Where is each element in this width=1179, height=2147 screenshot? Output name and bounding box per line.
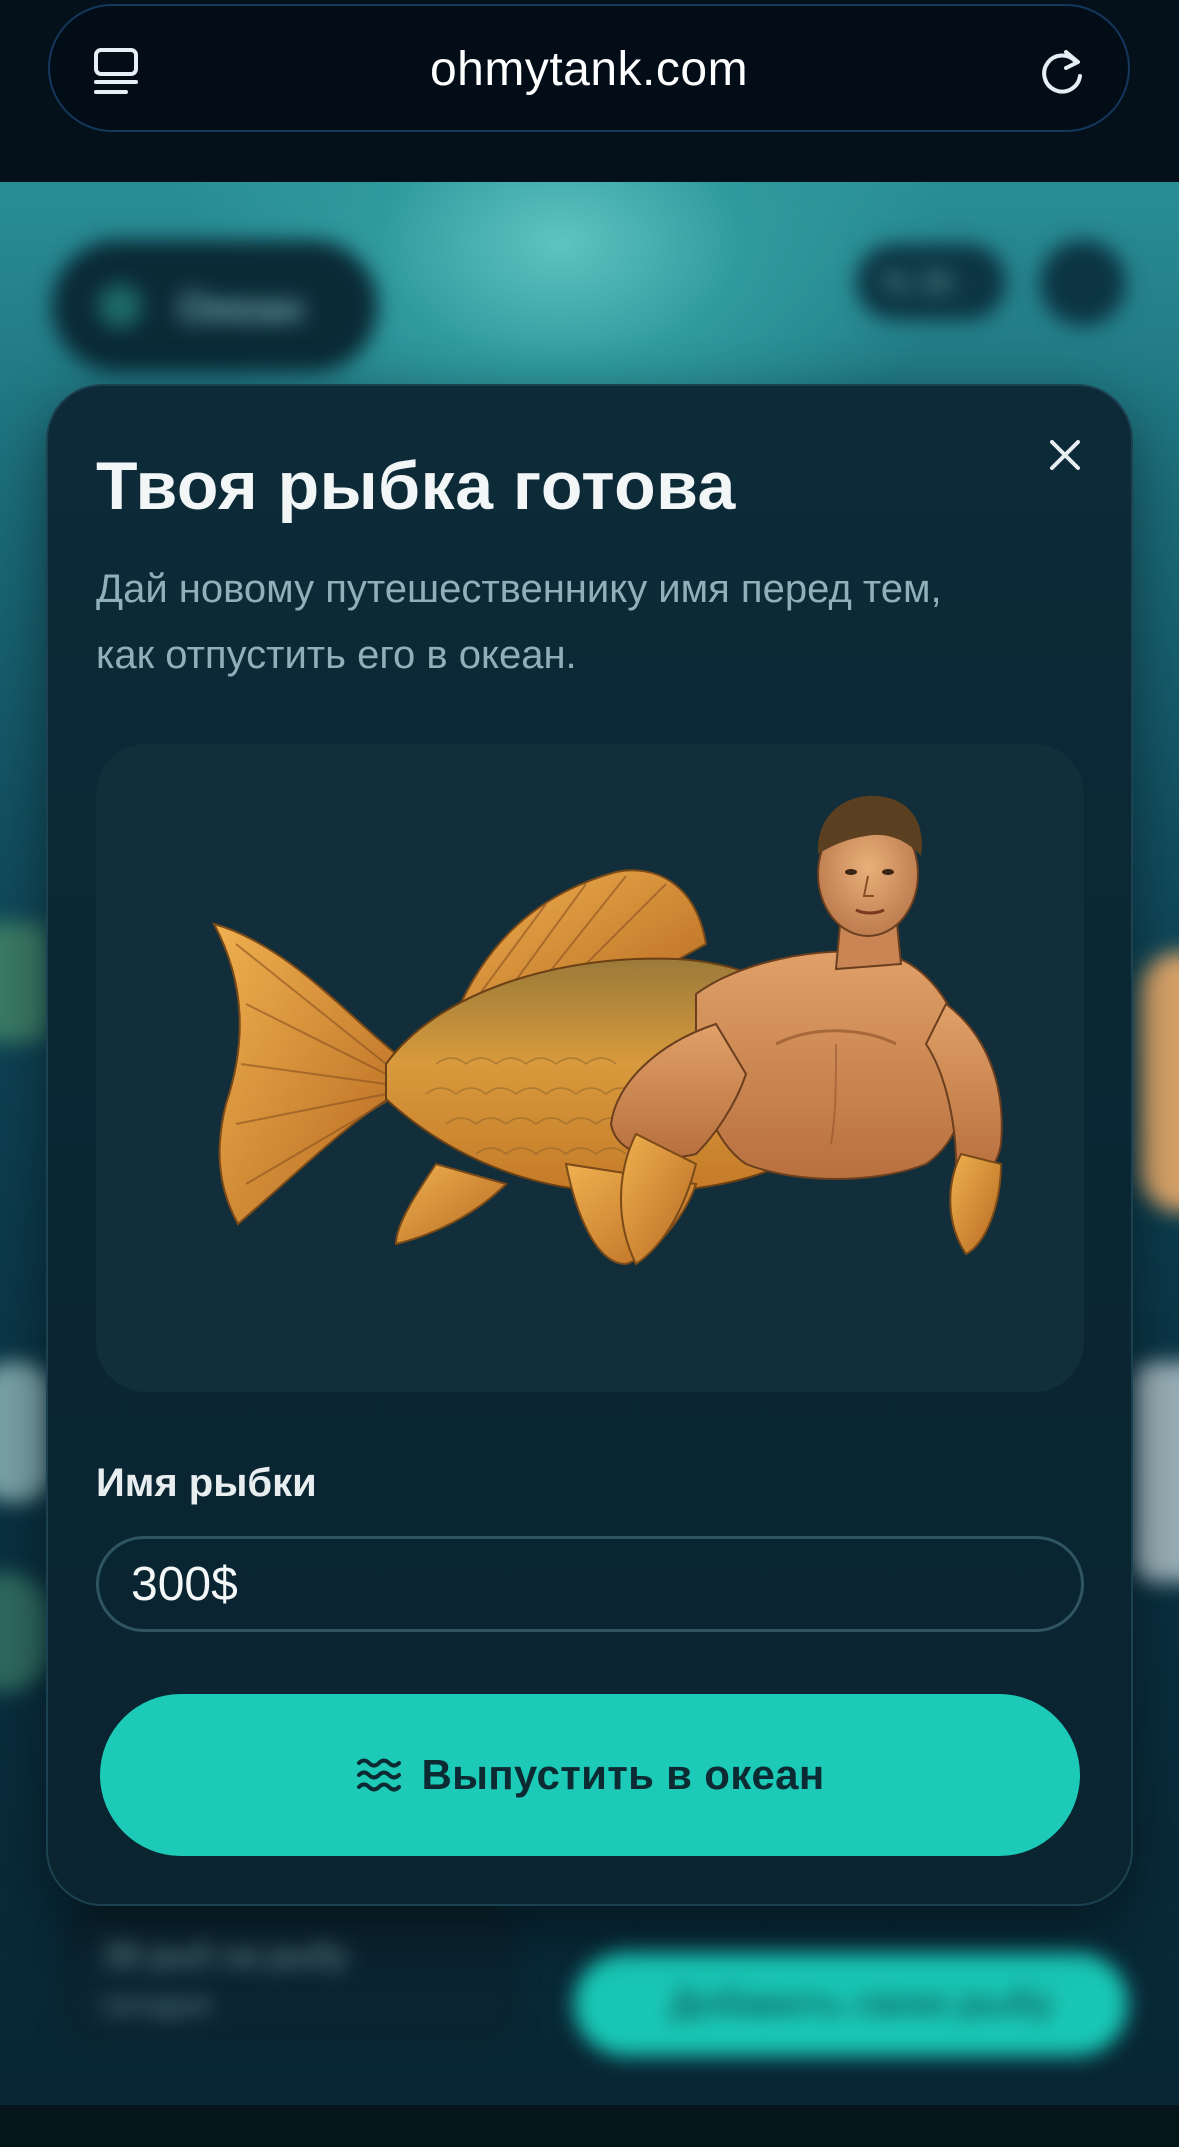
fish-image	[212, 795, 1003, 1266]
fish-preview-card	[96, 744, 1084, 1392]
background-fish	[0, 922, 50, 1042]
fish-counter-line1: 38 рыб на рыбу	[102, 1936, 348, 1974]
background-fish	[0, 1362, 50, 1502]
close-button[interactable]	[1038, 428, 1092, 482]
waves-icon	[357, 1758, 402, 1792]
background-fish	[1134, 1362, 1179, 1582]
fish-name-label: Имя рыбки	[96, 1461, 317, 1505]
close-icon[interactable]	[1048, 438, 1082, 472]
background-fish	[0, 1572, 50, 1692]
ocean-chip: Океан	[52, 240, 378, 372]
fish-counter-line2: сегодня	[102, 1988, 211, 2021]
dialog-subtitle: Дай новому путешественнику имя перед тем…	[96, 567, 942, 677]
address-bar[interactable]: ohmytank.com	[48, 4, 1130, 132]
time-chip-label: % 3h	[882, 264, 955, 300]
url-text[interactable]: ohmytank.com	[50, 42, 1128, 98]
release-button-label: Выпустить в океан	[421, 1751, 825, 1798]
ocean-chip-icon	[98, 284, 142, 328]
fish-counter: 38 рыб на рыбу сегодня	[58, 1902, 518, 2046]
ocean-chip-label: Океан	[178, 284, 304, 331]
add-fish-button: Добавить свою рыбу	[574, 1952, 1128, 2056]
background-fish	[1140, 952, 1179, 1212]
dialog-title: Твоя рыбка готова	[96, 448, 736, 524]
fish-ready-dialog: Твоя рыбка готова Дай новому путешествен…	[46, 384, 1133, 1906]
add-fish-label: Добавить свою рыбу	[670, 1982, 1054, 2023]
release-to-ocean-button[interactable]: Выпустить в океан	[100, 1694, 1080, 1856]
bottom-strip	[0, 2105, 1179, 2147]
browser-toolbar: ohmytank.com	[0, 0, 1179, 182]
time-chip: % 3h	[856, 244, 1006, 320]
reload-icon[interactable]	[1036, 44, 1088, 100]
edit-icon	[1040, 240, 1126, 326]
fish-name-input[interactable]	[96, 1536, 1084, 1632]
